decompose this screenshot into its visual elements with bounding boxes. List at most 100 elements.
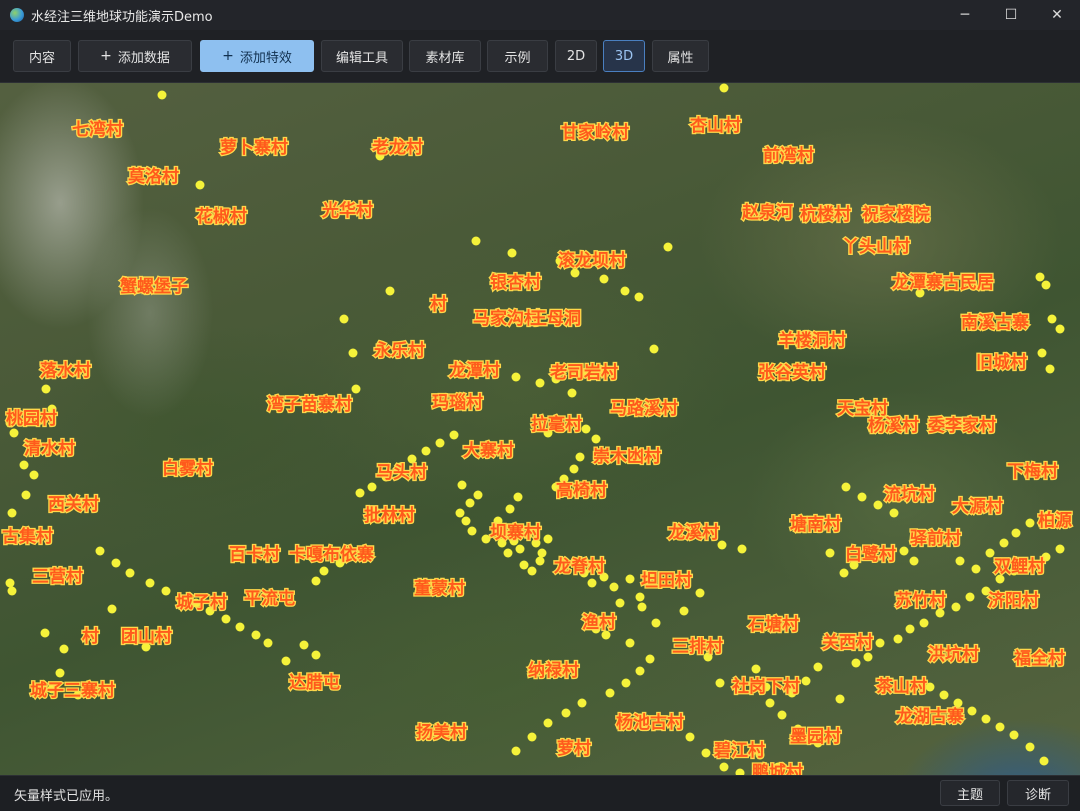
poi-marker[interactable]	[457, 480, 467, 490]
poi-marker[interactable]	[59, 644, 69, 654]
map-label[interactable]: 双鲤村	[993, 555, 1047, 579]
map-label[interactable]: 杏山村	[689, 114, 743, 138]
map-label[interactable]: 鹏城村	[751, 761, 805, 775]
map-label[interactable]: 柏源	[1037, 509, 1074, 533]
map-label[interactable]: 百卡村	[228, 543, 282, 567]
poi-marker[interactable]	[577, 698, 587, 708]
poi-marker[interactable]	[367, 482, 377, 492]
map-label[interactable]: 坦田村	[640, 569, 694, 593]
poi-marker[interactable]	[909, 556, 919, 566]
material-library-button[interactable]: 素材库	[409, 40, 481, 72]
map-label[interactable]: 塘南村	[789, 513, 843, 537]
poi-marker[interactable]	[939, 690, 949, 700]
map-label[interactable]: 城子三寨村	[29, 679, 117, 703]
map-label[interactable]: 清水村	[23, 437, 77, 461]
poi-marker[interactable]	[95, 546, 105, 556]
poi-marker[interactable]	[971, 564, 981, 574]
map-label[interactable]: 洪坑村	[927, 643, 981, 667]
map-label[interactable]: 萝卜寨村	[219, 136, 290, 160]
poi-marker[interactable]	[685, 732, 695, 742]
poi-marker[interactable]	[461, 516, 471, 526]
map-label[interactable]: 流坑村	[883, 483, 937, 507]
poi-marker[interactable]	[889, 508, 899, 518]
poi-marker[interactable]	[1009, 730, 1019, 740]
poi-marker[interactable]	[1011, 528, 1021, 538]
poi-marker[interactable]	[835, 694, 845, 704]
map-label[interactable]: 赵泉河	[740, 201, 795, 225]
poi-marker[interactable]	[863, 652, 873, 662]
poi-marker[interactable]	[645, 654, 655, 664]
poi-marker[interactable]	[637, 602, 647, 612]
poi-marker[interactable]	[751, 664, 761, 674]
poi-marker[interactable]	[471, 236, 481, 246]
poi-marker[interactable]	[875, 638, 885, 648]
maximize-button[interactable]: ☐	[988, 0, 1034, 30]
poi-marker[interactable]	[503, 548, 513, 558]
poi-marker[interactable]	[507, 248, 517, 258]
map-label[interactable]: 崇木凼村	[592, 445, 663, 469]
poi-marker[interactable]	[311, 576, 321, 586]
poi-marker[interactable]	[473, 490, 483, 500]
poi-marker[interactable]	[535, 556, 545, 566]
poi-marker[interactable]	[609, 582, 619, 592]
map-label[interactable]: 马路溪村	[609, 397, 680, 421]
poi-marker[interactable]	[465, 498, 475, 508]
map-label[interactable]: 墨园村	[789, 725, 843, 749]
map-label[interactable]: 古集村	[1, 525, 55, 549]
map-label[interactable]: 蟹螺堡子	[119, 275, 190, 299]
map-label[interactable]: 前湾村	[762, 144, 816, 168]
poi-marker[interactable]	[620, 286, 630, 296]
poi-marker[interactable]	[515, 544, 525, 554]
map-label[interactable]: 驿前村	[909, 527, 963, 551]
poi-marker[interactable]	[1047, 314, 1057, 324]
poi-marker[interactable]	[599, 274, 609, 284]
map-label[interactable]: 白鹭村	[844, 543, 898, 567]
poi-marker[interactable]	[569, 464, 579, 474]
map-label[interactable]: 萝村	[556, 737, 593, 761]
poi-marker[interactable]	[695, 588, 705, 598]
poi-marker[interactable]	[1055, 324, 1065, 334]
poi-marker[interactable]	[421, 446, 431, 456]
map-label[interactable]: 杭楼村	[799, 203, 853, 227]
poi-marker[interactable]	[505, 504, 515, 514]
map-label[interactable]: 落水村	[39, 359, 93, 383]
poi-marker[interactable]	[299, 640, 309, 650]
poi-marker[interactable]	[919, 618, 929, 628]
poi-marker[interactable]	[995, 722, 1005, 732]
add-effects-button[interactable]: + 添加特效	[200, 40, 314, 72]
map-label[interactable]: 济阳村	[987, 589, 1041, 613]
poi-marker[interactable]	[841, 482, 851, 492]
poi-marker[interactable]	[348, 348, 358, 358]
map-label[interactable]: 社岗下村	[730, 675, 802, 699]
poi-marker[interactable]	[1037, 348, 1047, 358]
map-label[interactable]: 花椒村	[195, 205, 249, 229]
poi-marker[interactable]	[1041, 280, 1051, 290]
map-label[interactable]: 下梅村	[1006, 460, 1060, 484]
map-label[interactable]: 老龙村	[370, 136, 425, 160]
poi-marker[interactable]	[715, 678, 725, 688]
poi-marker[interactable]	[527, 566, 537, 576]
poi-marker[interactable]	[813, 662, 823, 672]
view-3d-button[interactable]: 3D	[603, 40, 645, 72]
poi-marker[interactable]	[955, 556, 965, 566]
poi-marker[interactable]	[511, 372, 521, 382]
poi-marker[interactable]	[621, 678, 631, 688]
map-label[interactable]: 委李家村	[926, 414, 998, 438]
poi-marker[interactable]	[1025, 518, 1035, 528]
poi-marker[interactable]	[5, 578, 15, 588]
poi-marker[interactable]	[1045, 364, 1055, 374]
map-label[interactable]: 白雾村	[161, 457, 215, 481]
map-label[interactable]: 村	[429, 293, 449, 317]
map-label[interactable]: 玛瑙村	[431, 391, 485, 415]
poi-marker[interactable]	[41, 384, 51, 394]
poi-marker[interactable]	[649, 344, 659, 354]
poi-marker[interactable]	[125, 568, 135, 578]
poi-marker[interactable]	[7, 508, 17, 518]
map-label[interactable]: 龙溪村	[666, 521, 721, 545]
map-label[interactable]: 拉毫村	[530, 413, 584, 437]
map-label[interactable]: 甘家岭村	[560, 121, 631, 145]
poi-marker[interactable]	[581, 424, 591, 434]
map-label[interactable]: 龙湖古寨	[894, 705, 966, 729]
poi-marker[interactable]	[575, 452, 585, 462]
poi-marker[interactable]	[1055, 544, 1065, 554]
